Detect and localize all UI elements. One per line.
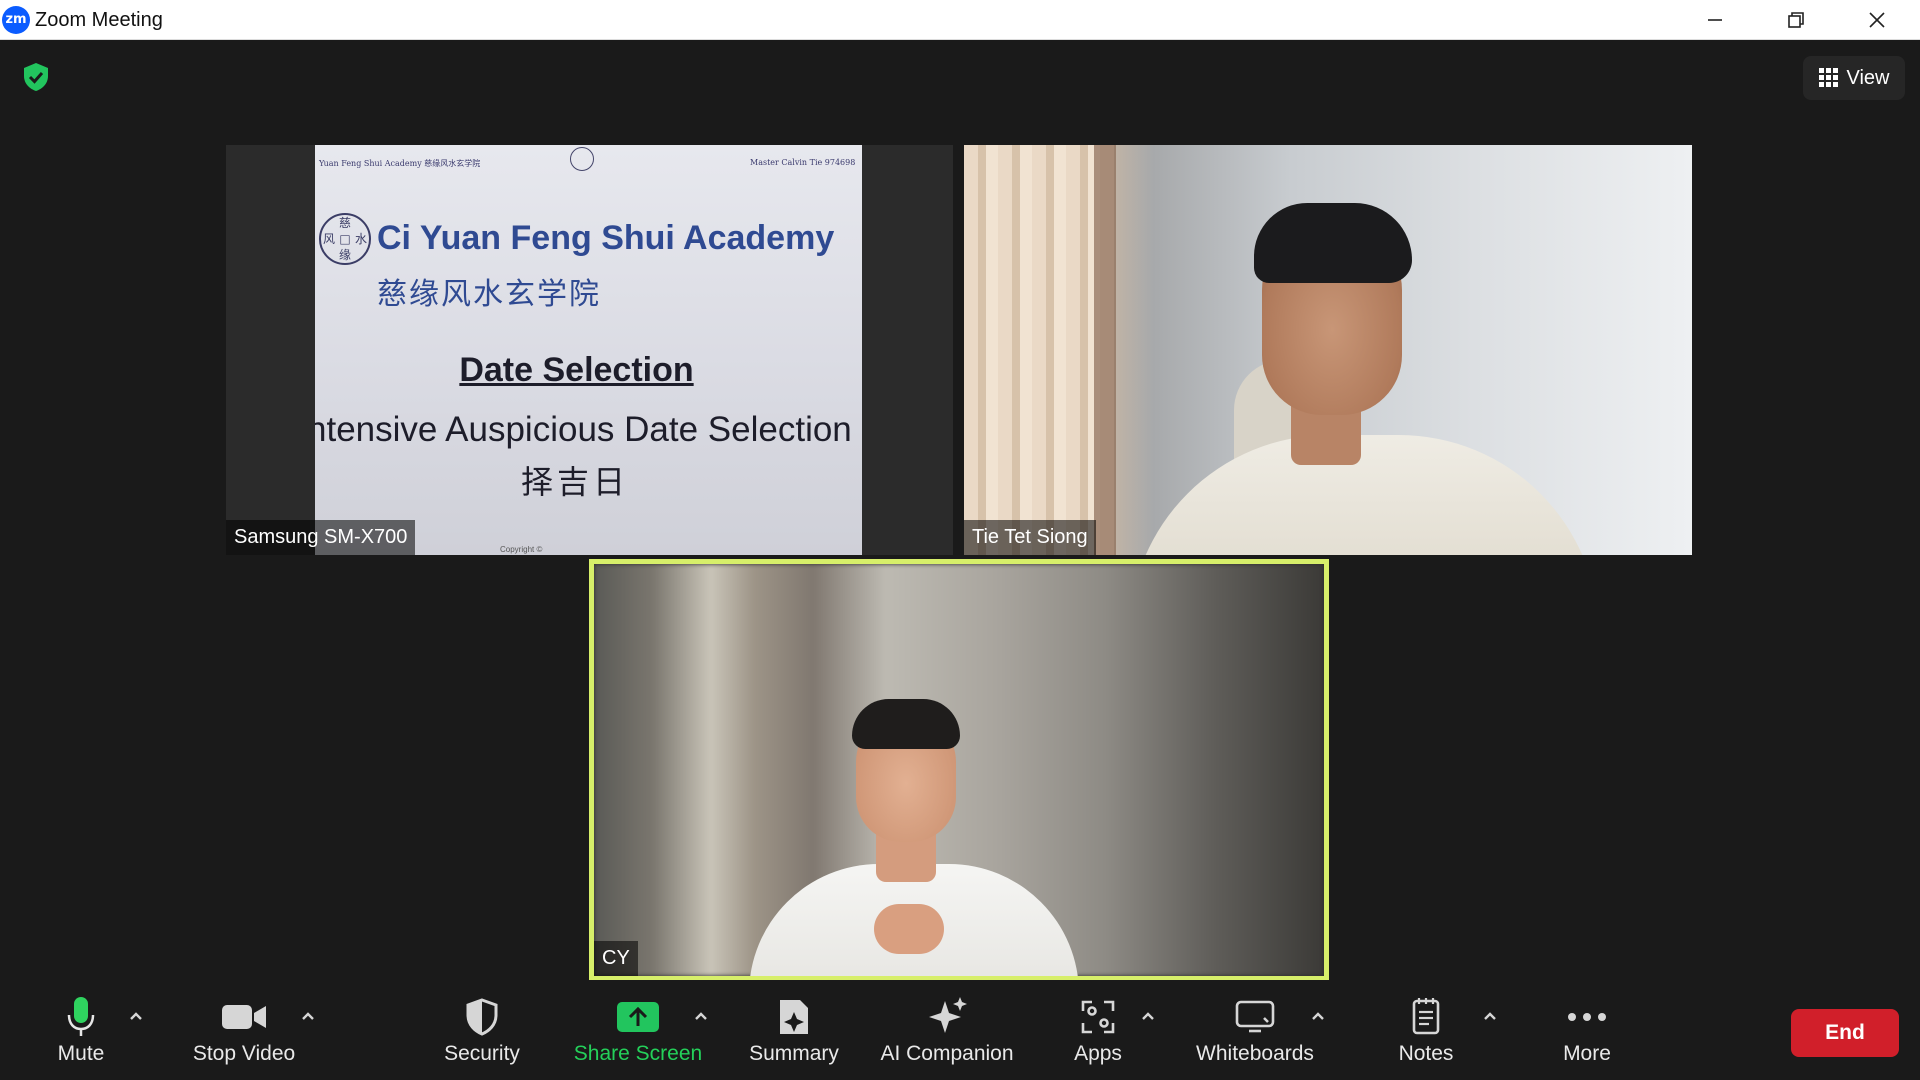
summary-button[interactable]: Summary [738,980,850,1080]
apps-options-caret[interactable] [1136,1004,1160,1028]
title-bar: zm Zoom Meeting [0,0,1920,40]
participant-name: Samsung SM-X700 [226,520,416,555]
notes-icon [1412,998,1440,1035]
audio-options-caret[interactable] [124,1004,148,1028]
summary-document-icon [780,1000,808,1034]
notes-label: Notes [1398,1042,1454,1065]
participant-name: Tie Tet Siong [964,520,1096,555]
share-screen-button[interactable]: Share Screen [570,980,706,1080]
notes-button[interactable]: Notes [1386,980,1466,1080]
whiteboards-button[interactable]: Whiteboards [1186,980,1324,1080]
chevron-up-icon [1312,1012,1324,1020]
doc-subtitle-cn: 择吉日 [520,463,629,501]
stop-video-label: Stop Video [192,1042,296,1065]
more-button[interactable]: More [1546,980,1628,1080]
share-screen-label: Share Screen [573,1042,703,1065]
apps-button[interactable]: Apps [1058,980,1138,1080]
end-meeting-button[interactable]: End [1791,1009,1899,1057]
view-button[interactable]: View [1803,56,1905,100]
share-screen-icon [617,1002,659,1032]
apps-icon [1081,1000,1115,1034]
whiteboards-label: Whiteboards [1196,1042,1314,1065]
microphone-icon [67,997,95,1036]
meeting-stage: View Yuan Feng Shui Academy 慈缘风水玄学院 Mast… [0,40,1920,981]
chevron-up-icon [302,1012,314,1020]
ai-sparkle-icon [929,997,967,1033]
close-button[interactable] [1837,0,1917,40]
background-curtain [964,145,1114,555]
restore-icon [1788,12,1804,28]
security-button[interactable]: Security [432,980,532,1080]
stop-video-button[interactable]: Stop Video [180,980,308,1080]
more-label: More [1563,1042,1611,1065]
summary-label: Summary [749,1042,839,1065]
doc-academy-name-cn: 慈缘风水玄学院 [377,277,601,312]
seal-char: 缘 [338,248,351,262]
seal-char: 慈 [338,216,351,230]
doc-header-left: Yuan Feng Shui Academy 慈缘风水玄学院 [319,159,481,168]
share-options-caret[interactable] [689,1004,713,1028]
doc-footer: Copyright © [500,545,543,554]
video-tile-tie-tet-siong[interactable]: Tie Tet Siong [964,145,1692,555]
seal-char: 水 [354,232,367,246]
zoom-app-icon: zm [2,6,30,34]
whiteboards-options-caret[interactable] [1306,1004,1330,1028]
minimize-button[interactable] [1675,0,1755,40]
mute-label: Mute [57,1042,105,1065]
security-shield-icon [466,998,498,1036]
more-dots-icon [1568,1013,1606,1021]
video-options-caret[interactable] [296,1004,320,1028]
ai-companion-button[interactable]: AI Companion [872,980,1022,1080]
grid-icon [1818,68,1838,87]
doc-emblem-icon [570,147,594,171]
meeting-toolbar: Mute Stop Video Security Share Screen Su… [0,980,1920,1080]
doc-header-right: Master Calvin Tie 974698 [750,158,856,167]
shared-document: Yuan Feng Shui Academy 慈缘风水玄学院 Master Ca… [315,145,862,555]
view-button-label: View [1846,66,1890,89]
shield-check-icon[interactable] [22,62,50,92]
apps-label: Apps [1074,1042,1122,1065]
video-camera-icon [222,1005,266,1029]
participant-shirt [1129,435,1599,555]
academy-seal-icon: 慈 风 □ 水 缘 [319,213,371,265]
doc-subtitle: ntensive Auspicious Date Selection [315,410,852,449]
window-title: Zoom Meeting [35,9,163,31]
ai-companion-label: AI Companion [880,1042,1014,1065]
participant-name: CY [594,941,638,976]
notes-options-caret[interactable] [1478,1004,1502,1028]
minimize-icon [1708,19,1722,21]
video-tile-cy-active-speaker[interactable]: CY [589,559,1329,981]
security-label: Security [444,1042,520,1065]
close-icon [1869,12,1885,28]
doc-academy-name: Ci Yuan Feng Shui Academy [377,219,835,257]
video-tile-samsung[interactable]: Yuan Feng Shui Academy 慈缘风水玄学院 Master Ca… [226,145,953,555]
participant-hands [874,904,944,954]
chevron-up-icon [130,1012,142,1020]
chevron-up-icon [1142,1012,1154,1020]
restore-button[interactable] [1756,0,1836,40]
seal-char: 风 [322,232,335,246]
whiteboard-icon [1235,1000,1275,1033]
chevron-up-icon [1484,1012,1496,1020]
mute-button[interactable]: Mute [40,980,122,1080]
chevron-up-icon [695,1012,707,1020]
doc-title: Date Selection [459,351,694,389]
